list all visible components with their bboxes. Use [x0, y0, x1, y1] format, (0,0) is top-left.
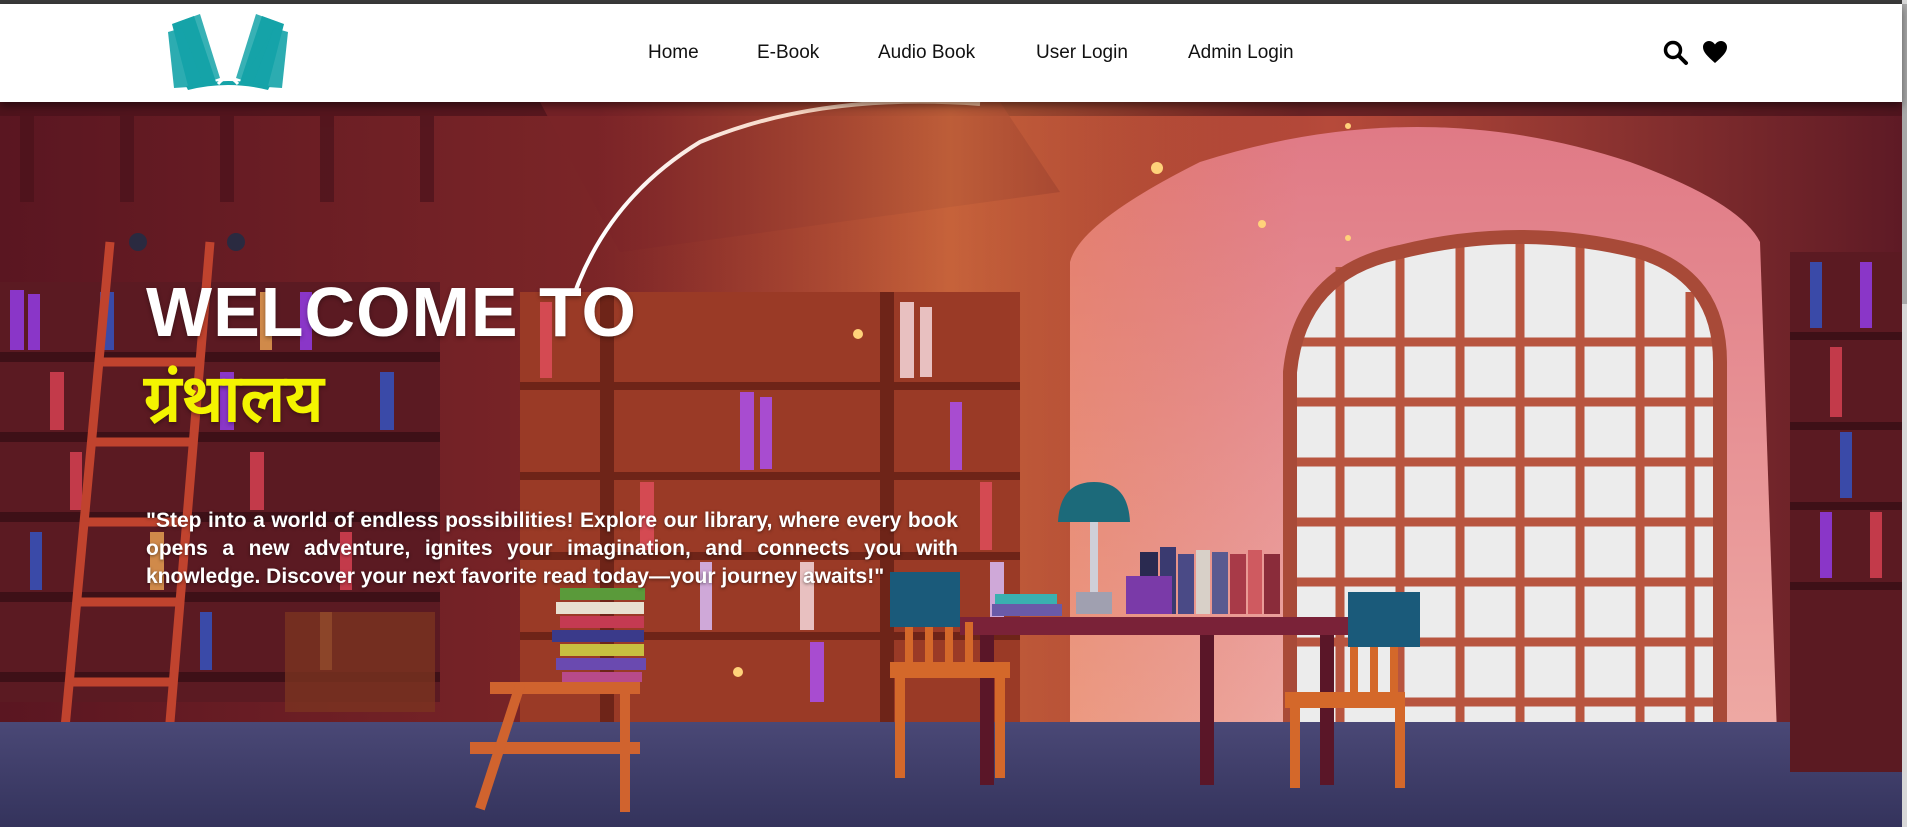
open-book-logo[interactable]	[164, 14, 292, 90]
nav-link-admin-login[interactable]: Admin Login	[1188, 42, 1294, 64]
hero-banner: WELCOME TO ग्रंथालय "Step into a world o…	[0, 102, 1902, 827]
nav-link-audio-book[interactable]: Audio Book	[878, 42, 975, 64]
nav-link-home[interactable]: Home	[648, 42, 699, 64]
nav-link-ebook[interactable]: E-Book	[757, 42, 819, 64]
navbar: Home E-Book Audio Book User Login Admin …	[0, 4, 1902, 102]
hero-welcome-heading: WELCOME TO	[146, 273, 637, 351]
heart-icon[interactable]	[1702, 40, 1728, 64]
nav-link-user-login[interactable]: User Login	[1036, 42, 1128, 64]
library-illustration	[0, 102, 1902, 827]
scrollbar-thumb[interactable]	[1902, 4, 1907, 304]
hero-brand-name: ग्रंथालय	[144, 360, 324, 437]
hero-tagline: "Step into a world of endless possibilit…	[146, 509, 958, 588]
search-icon[interactable]	[1663, 40, 1689, 66]
